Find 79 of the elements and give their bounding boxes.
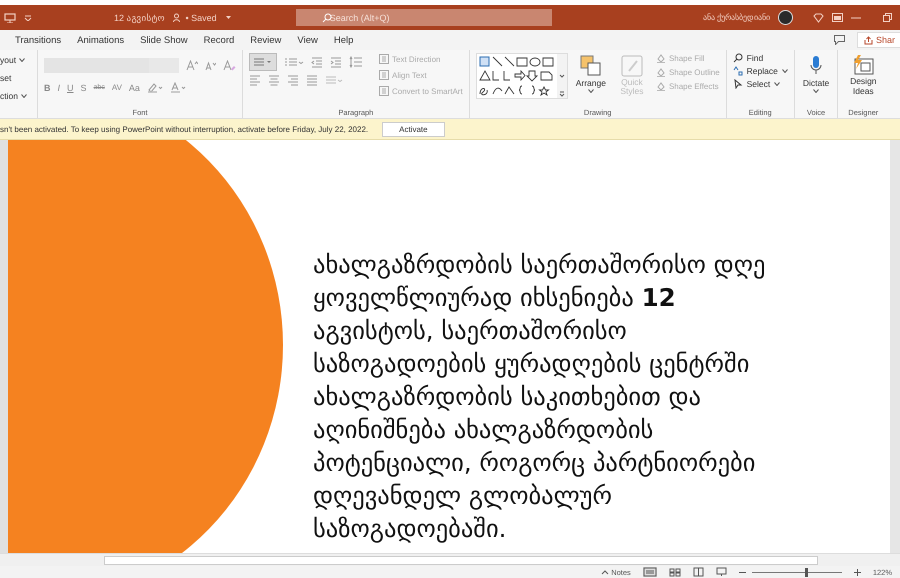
dictate-button[interactable]: Dictate <box>800 53 832 95</box>
caret-icon <box>19 58 26 62</box>
font-color-icon[interactable] <box>170 82 187 93</box>
document-title[interactable]: 12 აგვისტო <box>114 12 165 22</box>
zoom-out-icon[interactable] <box>738 570 746 574</box>
caret-icon <box>224 15 232 20</box>
ribbon-tab[interactable]: View <box>290 32 325 48</box>
design-ideas-button[interactable]: Design Ideas <box>844 53 882 98</box>
ribbon-tab[interactable]: Slide Show <box>133 32 195 48</box>
caret-up-icon <box>601 570 610 574</box>
quick-styles-icon <box>620 55 643 77</box>
slide-sorter-icon[interactable] <box>668 568 681 576</box>
window-icon[interactable] <box>832 13 843 22</box>
arrange-button[interactable]: Arrange <box>574 53 608 95</box>
columns-icon[interactable] <box>325 75 343 86</box>
share-button[interactable]: Shar <box>856 32 900 48</box>
customize-caret-icon[interactable] <box>24 14 32 20</box>
ribbon-tab[interactable]: Record <box>196 32 242 48</box>
increase-indent-icon[interactable] <box>330 56 342 68</box>
share-icon <box>864 36 873 44</box>
ribbon-command[interactable]: Select <box>732 79 780 89</box>
caret-icon <box>782 69 788 73</box>
ribbon-command[interactable]: set <box>0 71 12 85</box>
diamond-icon[interactable] <box>813 12 824 22</box>
ribbon-command[interactable]: ction <box>0 89 27 103</box>
align-center-icon[interactable] <box>268 75 280 86</box>
decrease-indent-icon[interactable] <box>311 56 323 68</box>
microphone-icon <box>809 55 824 77</box>
text-layout-icon <box>379 70 389 80</box>
command-icon <box>732 79 743 89</box>
ribbon-tab[interactable]: Help <box>326 32 360 48</box>
normal-view-icon[interactable] <box>642 567 657 577</box>
search-icon <box>322 12 332 22</box>
align-right-icon[interactable] <box>287 75 299 86</box>
bullets-icon[interactable] <box>249 53 277 71</box>
caret-icon <box>20 94 27 98</box>
ribbon-tab[interactable]: Animations <box>70 32 132 48</box>
app-icon[interactable] <box>4 12 16 22</box>
command-icon <box>732 53 743 63</box>
save-status[interactable]: • Saved <box>186 12 217 22</box>
ribbon-command[interactable]: yout <box>0 53 26 67</box>
numbering-icon[interactable] <box>284 56 304 68</box>
person-icon <box>172 13 182 22</box>
notification-message: sn't been activated. To keep using PowerPoint without interruption, activate before Friday, July 22, 2022. <box>0 124 368 134</box>
scrollbar-thumb[interactable] <box>104 556 818 565</box>
ribbon-tab[interactable]: Transitions <box>8 32 68 48</box>
zoom-in-icon[interactable] <box>854 568 861 576</box>
align-left-icon[interactable] <box>249 75 261 86</box>
shape-format-icon <box>656 67 666 77</box>
ribbon-command[interactable]: Find <box>732 53 764 63</box>
slideshow-icon[interactable] <box>716 567 727 577</box>
grow-font-icon[interactable] <box>186 60 198 71</box>
ribbon-command[interactable]: Replace <box>732 66 788 76</box>
text-layout-icon <box>379 86 389 96</box>
justify-icon[interactable] <box>306 75 318 86</box>
highlighter-icon[interactable] <box>146 82 163 93</box>
activate-button[interactable]: Activate <box>382 122 445 136</box>
search-field[interactable]: Search (Alt+Q) <box>296 9 552 26</box>
shape-format-icon <box>656 53 666 63</box>
text-layout-icon <box>379 54 389 64</box>
design-ideas-icon <box>852 55 874 75</box>
ribbon-tab[interactable]: Review <box>243 32 288 48</box>
restore-icon[interactable] <box>883 13 892 22</box>
caret-icon <box>774 82 780 86</box>
slide-paragraph: ახალგაზრდობის საერთაშორისო დღე ყოველწლიურად იხსენიება 12 აგვისტოს, საერთაშორისო საზოგადოების ყურადღების ცენტრში ახალგაზრდობის საკითხებით და აღინიშნება ახალგაზრდობის პოტენციალი, როგორც პარტნიორები დღევანდელ გლობალურ საზოგადოებაში. <box>313 249 766 545</box>
arrange-icon <box>580 55 602 77</box>
reading-view-icon[interactable] <box>692 567 704 577</box>
caret-icon <box>813 89 820 93</box>
user-name[interactable]: ანა ქურასბედიანი <box>702 13 770 22</box>
command-icon <box>732 66 743 76</box>
minimize-icon[interactable] <box>851 16 861 18</box>
caret-icon <box>588 89 594 93</box>
avatar[interactable] <box>778 10 793 25</box>
shape-format-icon <box>656 81 666 91</box>
shrink-font-icon[interactable] <box>205 60 216 70</box>
clear-formatting-icon[interactable] <box>223 60 236 71</box>
shapes-gallery-drawing[interactable] <box>476 53 568 99</box>
zoom-slider-thumb[interactable] <box>804 568 808 576</box>
comment-icon[interactable] <box>834 35 845 45</box>
